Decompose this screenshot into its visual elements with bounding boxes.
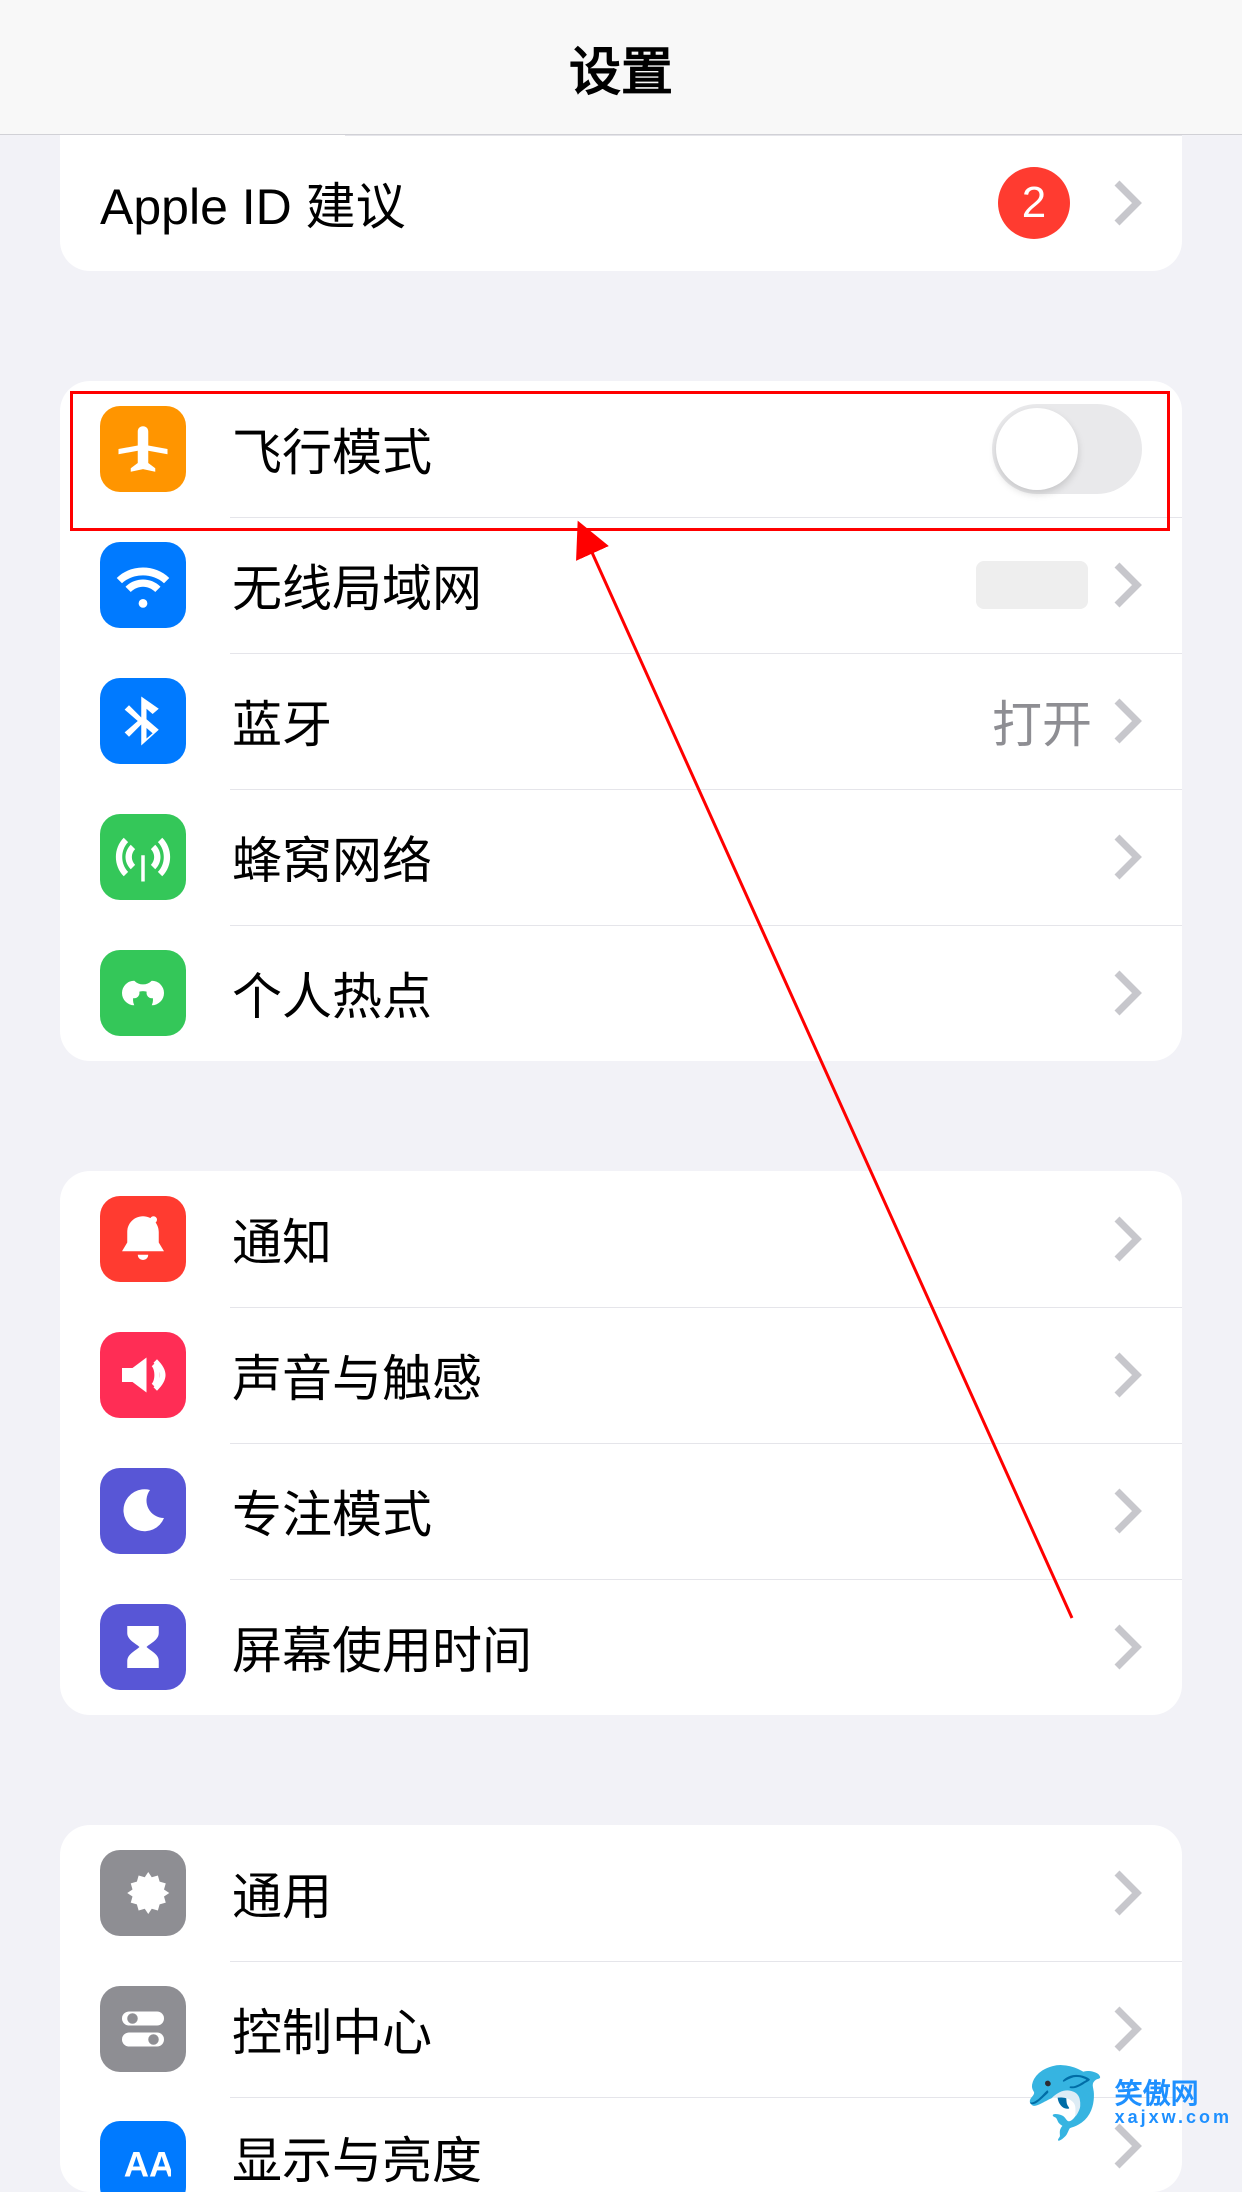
group-network: 飞行模式 无线局域网 蓝牙 打开 蜂窝网络 <box>60 381 1182 1061</box>
row-bluetooth[interactable]: 蓝牙 打开 <box>60 653 1182 789</box>
group-general: 通用 控制中心 AA 显示与亮度 <box>60 1825 1182 2192</box>
row-airplane-mode[interactable]: 飞行模式 <box>60 381 1182 517</box>
watermark-sub: xajxw.com <box>1115 2108 1232 2126</box>
bluetooth-label: 蓝牙 <box>232 685 992 757</box>
chevron-right-icon <box>1112 1486 1142 1536</box>
focus-label: 专注模式 <box>232 1475 1112 1547</box>
page-title: 设置 <box>569 30 673 105</box>
general-label: 通用 <box>232 1857 1112 1929</box>
bluetooth-icon <box>100 678 186 764</box>
row-control-center[interactable]: 控制中心 <box>60 1961 1182 2097</box>
spacer <box>60 1061 1182 1171</box>
wifi-label: 无线局域网 <box>232 549 976 621</box>
row-display-brightness[interactable]: AA 显示与亮度 <box>60 2097 1182 2192</box>
cellular-icon <box>100 814 186 900</box>
row-hotspot[interactable]: 个人热点 <box>60 925 1182 1061</box>
spacer <box>60 1715 1182 1825</box>
bluetooth-value: 打开 <box>992 685 1092 757</box>
gear-icon <box>100 1850 186 1936</box>
svg-text:AA: AA <box>124 2145 171 2184</box>
notifications-label: 通知 <box>232 1203 1112 1275</box>
hotspot-icon <box>100 950 186 1036</box>
watermark-main: 笑傲网 <box>1115 2080 1232 2108</box>
row-focus[interactable]: 专注模式 <box>60 1443 1182 1579</box>
chevron-right-icon <box>1112 178 1142 228</box>
display-icon: AA <box>100 2121 186 2192</box>
airplane-toggle[interactable] <box>992 404 1142 494</box>
dolphin-icon: 🐬 <box>1021 2068 1108 2138</box>
chevron-right-icon <box>1112 560 1142 610</box>
row-cellular[interactable]: 蜂窝网络 <box>60 789 1182 925</box>
watermark: 🐬 笑傲网 xajxw.com <box>1021 2068 1232 2138</box>
toggles-icon <box>100 1986 186 2072</box>
settings-content: Apple ID 建议 2 飞行模式 无线局域网 <box>0 135 1242 2192</box>
chevron-right-icon <box>1112 1350 1142 1400</box>
speaker-icon <box>100 1332 186 1418</box>
row-screentime[interactable]: 屏幕使用时间 <box>60 1579 1182 1715</box>
bell-icon <box>100 1196 186 1282</box>
spacer <box>60 271 1182 381</box>
row-wifi[interactable]: 无线局域网 <box>60 517 1182 653</box>
row-sounds[interactable]: 声音与触感 <box>60 1307 1182 1443</box>
control-center-label: 控制中心 <box>232 1993 1112 2065</box>
sounds-label: 声音与触感 <box>232 1339 1112 1411</box>
notification-badge: 2 <box>998 167 1070 239</box>
chevron-right-icon <box>1112 832 1142 882</box>
chevron-right-icon <box>1112 1214 1142 1264</box>
row-general[interactable]: 通用 <box>60 1825 1182 1961</box>
group-alerts: 通知 声音与触感 专注模式 屏幕使用时间 <box>60 1171 1182 1715</box>
apple-id-label: Apple ID 建议 <box>100 167 998 239</box>
airplane-label: 飞行模式 <box>232 413 992 485</box>
settings-header: 设置 <box>0 0 1242 135</box>
toggle-knob <box>996 408 1078 490</box>
chevron-right-icon <box>1112 1622 1142 1672</box>
hotspot-label: 个人热点 <box>232 957 1112 1029</box>
airplane-icon <box>100 406 186 492</box>
wifi-icon <box>100 542 186 628</box>
cellular-label: 蜂窝网络 <box>232 821 1112 893</box>
wifi-value-redacted <box>976 561 1088 609</box>
display-label: 显示与亮度 <box>232 2121 1112 2192</box>
group-apple-id: Apple ID 建议 2 <box>60 135 1182 271</box>
chevron-right-icon <box>1112 1868 1142 1918</box>
screentime-label: 屏幕使用时间 <box>232 1611 1112 1683</box>
chevron-right-icon <box>1112 696 1142 746</box>
moon-icon <box>100 1468 186 1554</box>
row-apple-id-suggestions[interactable]: Apple ID 建议 2 <box>60 135 1182 271</box>
hourglass-icon <box>100 1604 186 1690</box>
chevron-right-icon <box>1112 2004 1142 2054</box>
row-notifications[interactable]: 通知 <box>60 1171 1182 1307</box>
chevron-right-icon <box>1112 968 1142 1018</box>
